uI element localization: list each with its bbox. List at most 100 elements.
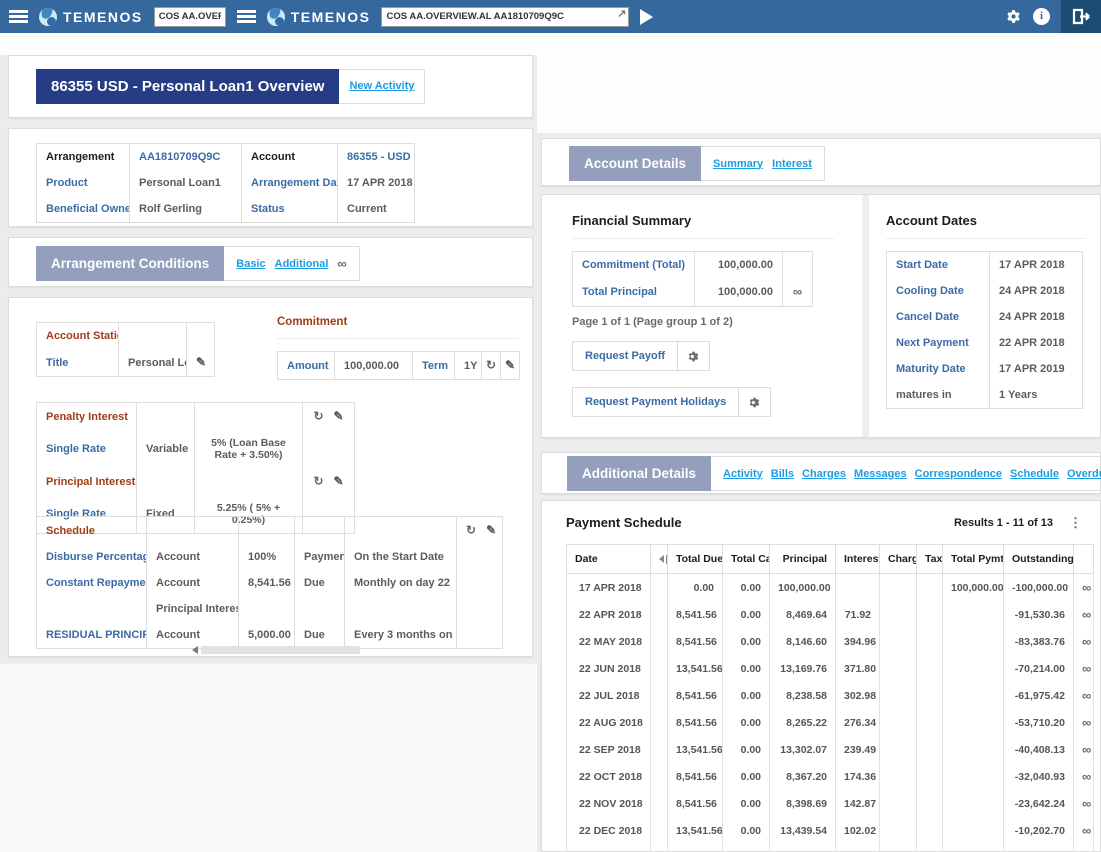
menu-icon[interactable] [9,10,28,23]
edit-pencil-icon[interactable] [334,410,344,422]
payment-date: 22 JUN 2018 [567,655,651,682]
temenos-logo-2: TEMENOS [267,8,371,26]
view-row-icon[interactable] [1082,715,1091,730]
edit-pencil-icon[interactable] [334,475,344,487]
payment-value [943,655,1004,682]
gear-icon[interactable] [677,342,709,370]
additional-tab-schedule[interactable]: Schedule [1010,468,1059,480]
field-value: Monthly on day 22 [345,570,457,596]
settings-gear-icon[interactable] [1005,8,1022,25]
view-row-icon[interactable] [1082,688,1091,703]
payment-value [917,655,943,682]
view-row-icon[interactable] [1082,661,1091,676]
request-payoff-wrap: Request Payoff [572,341,710,371]
view-icon[interactable] [337,257,346,270]
column-header-total-cap[interactable]: Total Cap [723,545,770,574]
field-value [195,403,303,431]
additional-tab-overdue[interactable]: Overdue [1067,468,1101,480]
view-row-icon[interactable] [1082,769,1091,784]
column-header-total-pymt[interactable]: Total Pymt [943,545,1004,574]
more-menu-icon[interactable] [1069,516,1082,529]
financial-summary-table: Commitment (Total)100,000.00Total Princi… [572,251,813,307]
view-row-icon[interactable] [1082,823,1091,838]
field-value: 100,000.00 [695,252,783,279]
column-header-date[interactable]: Date [567,545,651,574]
run-button[interactable] [640,9,653,25]
scrollbar-thumb[interactable] [201,646,360,654]
financial-summary-pager: Page 1 of 1 (Page group 1 of 2) [572,316,834,328]
column-sort-cell [651,545,668,574]
view-row-icon[interactable] [1082,796,1091,811]
conditions-tab-basic[interactable]: Basic [236,258,265,270]
row-view-cell [1074,709,1094,736]
conditions-tab-additional[interactable]: Additional [275,258,329,270]
additional-tab-correspondence[interactable]: Correspondence [915,468,1002,480]
field-value: Personal Loan [119,349,187,377]
payment-value [917,844,943,852]
arrangement-conditions-header-panel: Arrangement Conditions BasicAdditional [8,237,533,287]
commitment-table: Amount 100,000.00 Term 1Y [277,351,520,380]
row-actions [783,278,813,307]
column-header-interest[interactable]: Interest [836,545,880,574]
request-payment-holidays-wrap: Request Payment Holidays [572,387,771,417]
request-payoff-button[interactable]: Request Payoff [572,341,710,371]
field-label: Arrangement [37,144,130,171]
field-value: 100% [239,544,295,570]
view-icon[interactable] [793,284,802,299]
payment-value: 13,169.76 [770,655,836,682]
refresh-icon[interactable] [313,410,323,422]
arrangement-info-panel: ArrangementAA1810709Q9CAccount86355 - US… [8,128,533,227]
field-value[interactable]: AA1810709Q9C [130,144,242,171]
gear-icon[interactable] [738,388,770,416]
additional-tab-messages[interactable]: Messages [854,468,907,480]
column-header-outstanding[interactable]: Outstanding [1004,545,1074,574]
payment-value [943,601,1004,628]
payment-value: -83,383.76 [1004,628,1074,655]
arrangement-conditions-panel: Account Static Title Personal Loan Commi… [8,297,533,657]
additional-tab-bills[interactable]: Bills [771,468,794,480]
column-header-charge[interactable]: Charge [880,545,917,574]
table-row: 22 JUL 20188,541.560.008,238.58302.98-61… [567,682,1094,709]
field-label: Amount [278,352,335,380]
account-details-tab-interest[interactable]: Interest [772,158,812,170]
edit-pencil-icon[interactable] [505,358,515,372]
payment-value: 394.96 [836,628,880,655]
field-value [239,596,295,622]
background-block-2 [0,664,537,852]
edit-pencil-icon[interactable] [486,524,496,536]
view-row-icon[interactable] [1082,634,1091,649]
payment-value [943,844,1004,852]
additional-tab-activity[interactable]: Activity [723,468,763,480]
payment-value: 0.00 [723,655,770,682]
view-row-icon[interactable] [1082,742,1091,757]
edit-pencil-icon[interactable] [196,355,206,369]
view-row-icon[interactable] [1082,607,1091,622]
column-header-tax[interactable]: Tax [917,545,943,574]
new-activity-link[interactable]: New Activity [349,80,414,92]
sort-resize-icon[interactable] [659,555,668,564]
row-view-cell [1074,601,1094,628]
refresh-icon[interactable] [313,475,323,487]
row-view-cell [1074,682,1094,709]
view-row-icon[interactable] [1082,580,1091,595]
sign-out-button[interactable] [1061,0,1101,33]
payment-value [836,574,880,602]
account-details-tab-summary[interactable]: Summary [713,158,763,170]
command-input-2[interactable] [381,7,629,27]
account-details-header-panel: Account Details SummaryInterest [541,138,1101,186]
command-input-1[interactable] [154,7,226,27]
field-label: Title [37,349,119,377]
background-strip [0,33,1101,55]
scroll-left-icon[interactable] [192,646,198,654]
additional-tab-charges[interactable]: Charges [802,468,846,480]
request-payment-holidays-button[interactable]: Request Payment Holidays [572,387,771,417]
column-header-total-due[interactable]: Total Due [668,545,723,574]
row-view-cell [1074,763,1094,790]
refresh-icon[interactable] [486,358,496,372]
refresh-icon[interactable] [466,524,476,536]
launch-icon[interactable] [617,9,626,20]
menu-icon-2[interactable] [237,10,256,23]
info-icon[interactable] [1033,8,1050,25]
field-value[interactable]: 86355 - USD [338,144,415,171]
column-header-principal[interactable]: Principal [770,545,836,574]
